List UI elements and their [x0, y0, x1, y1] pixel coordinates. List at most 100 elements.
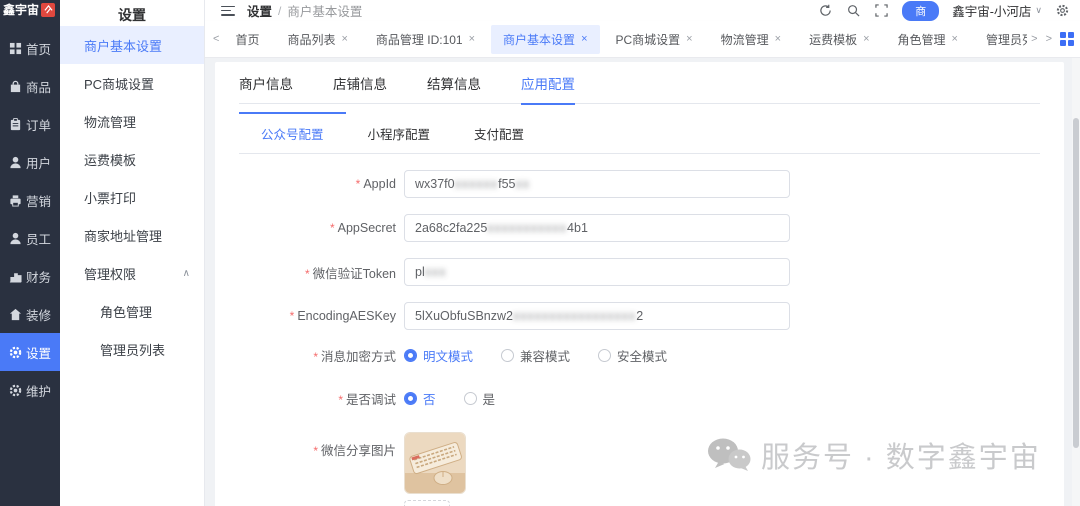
tab-label: 管理员列表 — [985, 32, 1027, 47]
tab-pc-mall-settings[interactable]: PC商城设置 × — [604, 25, 705, 54]
settings-gear-icon[interactable] — [1055, 3, 1070, 18]
tab-label: 首页 — [235, 32, 260, 47]
subtab-label: 支付配置 — [474, 128, 525, 142]
submenu-item-merchant-basic[interactable]: 商户基本设置 — [60, 26, 204, 64]
submenu-item-freight[interactable]: 运费模板 — [60, 140, 204, 178]
gear-icon — [9, 346, 22, 358]
radio-debug-no[interactable]: 否 — [404, 389, 436, 408]
sidebar-item-label: 财务 — [26, 270, 52, 285]
tabs-overflow-icon[interactable]: > — [1027, 33, 1041, 45]
submenu-item-label: 角色管理 — [100, 304, 153, 320]
tab-role-management[interactable]: 角色管理 × — [886, 25, 970, 54]
appsecret-label: * AppSecret — [329, 221, 396, 235]
radio-icon — [598, 349, 612, 362]
sidebar-item-decorate[interactable]: 装修 — [0, 295, 60, 333]
radio-icon — [404, 392, 417, 405]
tab-product-manage[interactable]: 商品管理 ID:101 × — [364, 25, 487, 54]
close-icon[interactable]: × — [581, 33, 587, 45]
page-tabs: 商户信息 店铺信息 结算信息 应用配置 — [239, 62, 1040, 105]
radio-label: 兼容模式 — [520, 350, 571, 364]
subtab-miniprogram-config[interactable]: 小程序配置 — [346, 112, 453, 153]
cog-icon — [9, 384, 22, 396]
tab-app-config[interactable]: 应用配置 — [521, 62, 575, 105]
appsecret-input[interactable]: 2a68c2fa225 xxxxxxxxxxx 4b1 — [404, 214, 790, 242]
wechat-token-input[interactable]: pl xxx — [404, 258, 790, 286]
sidebar-item-users[interactable]: 用户 — [0, 143, 60, 181]
settings-card: 商户信息 店铺信息 结算信息 应用配置 公众号配置 小程序配置 支付配置 * Ap… — [215, 62, 1064, 506]
close-icon[interactable]: × — [686, 33, 692, 45]
submenu-item-receipt-print[interactable]: 小票打印 — [60, 178, 204, 216]
sidebar-item-finance[interactable]: 财务 — [0, 257, 60, 295]
home-icon — [9, 308, 22, 320]
breadcrumb-separator: / — [278, 3, 282, 18]
tab-admin-list[interactable]: 管理员列表 — [974, 25, 1027, 54]
topbar: 设置 / 商户基本设置 商 鑫宇宙-小河店 ∨ — [205, 0, 1080, 21]
required-asterisk: * — [313, 350, 318, 364]
tabs-scroll-right-icon[interactable]: > — [1042, 33, 1056, 45]
submenu-item-label: 物流管理 — [84, 114, 137, 130]
upload-box-partial[interactable] — [404, 500, 450, 506]
fullscreen-icon[interactable] — [874, 3, 889, 18]
subtab-payment-config[interactable]: 支付配置 — [452, 112, 546, 153]
tab-merchant-info[interactable]: 商户信息 — [239, 62, 293, 104]
refresh-icon[interactable] — [818, 3, 833, 18]
sidebar-item-home[interactable]: 首页 — [0, 29, 60, 67]
user-icon — [10, 156, 21, 168]
submenu-group-admin-permission[interactable]: 管理权限 ∧ — [60, 254, 204, 292]
tab-shop-info[interactable]: 店铺信息 — [333, 62, 387, 104]
tab-product-list[interactable]: 商品列表 × — [275, 25, 359, 54]
tabs-scroll-left-icon[interactable]: < — [209, 33, 223, 45]
share-image-thumbnail[interactable] — [404, 432, 466, 494]
radio-debug-yes[interactable]: 是 — [463, 389, 495, 408]
required-asterisk: * — [329, 221, 335, 235]
sidebar-item-products[interactable]: 商品 — [0, 67, 60, 105]
sidebar-item-staff[interactable]: 员工 — [0, 219, 60, 257]
close-icon[interactable]: × — [863, 33, 869, 45]
chevron-up-icon[interactable]: ∧ — [183, 268, 190, 279]
appsecret-value: 4b1 — [567, 221, 588, 235]
appid-input[interactable]: wx37f0 xxxxxx f55 xx — [404, 170, 790, 198]
tab-merchant-basic-settings[interactable]: 商户基本设置 × — [491, 24, 600, 54]
submenu-item-merchant-address[interactable]: 商家地址管理 — [60, 216, 204, 254]
close-icon[interactable]: × — [341, 33, 347, 45]
tab-home[interactable]: 首页 — [223, 25, 271, 54]
tab-actions-grid-icon[interactable] — [1060, 32, 1074, 46]
collapse-menu-icon[interactable] — [221, 5, 235, 16]
subtab-official-account-config[interactable]: 公众号配置 — [239, 112, 346, 153]
submenu-item-logistics[interactable]: 物流管理 — [60, 102, 204, 140]
sidebar-item-marketing[interactable]: 营销 — [0, 181, 60, 219]
submenu-item-role-management[interactable]: 角色管理 — [60, 292, 204, 330]
sidebar-item-settings[interactable]: 设置 — [0, 333, 60, 371]
aeskey-value: 2 — [636, 309, 644, 323]
sidebar-item-maintenance[interactable]: 维护 — [0, 371, 60, 409]
submenu-title: 设置 — [118, 7, 146, 23]
tab-freight-template[interactable]: 运费模板 × — [797, 25, 881, 54]
message-encrypt-label: * 消息加密方式 — [313, 350, 396, 364]
appid-masked-segment: xx — [515, 177, 530, 191]
radio-plaintext-mode[interactable]: 明文模式 — [404, 346, 473, 365]
appid-masked-segment: xxxxxx — [454, 177, 499, 191]
submenu-item-admin-list[interactable]: 管理员列表 — [60, 330, 204, 368]
submenu-item-pc-mall[interactable]: PC商城设置 — [60, 64, 204, 102]
sidebar-item-orders[interactable]: 订单 — [0, 105, 60, 143]
tab-settlement-info[interactable]: 结算信息 — [427, 62, 481, 104]
search-icon[interactable] — [846, 3, 861, 18]
encoding-aeskey-input[interactable]: 5lXuObfuSBnzw2 xxxxxxxxxxxxxxxxx 2 — [404, 302, 790, 330]
close-icon[interactable]: × — [469, 33, 475, 45]
close-icon[interactable]: × — [775, 33, 781, 45]
scrollbar-thumb[interactable] — [1073, 118, 1079, 448]
breadcrumb-root[interactable]: 设置 — [247, 1, 272, 20]
logo-text: 鑫宇宙 — [3, 3, 40, 17]
merchant-badge[interactable]: 商 — [902, 0, 940, 21]
radio-icon — [404, 349, 417, 362]
logo[interactable]: 鑫宇宙 — [0, 0, 60, 19]
store-switcher[interactable]: 鑫宇宙-小河店 ∨ — [952, 1, 1042, 20]
tab-logistics[interactable]: 物流管理 × — [709, 25, 793, 54]
close-icon[interactable]: × — [952, 33, 958, 45]
debug-label: * 是否调试 — [338, 393, 396, 407]
scrollbar-track[interactable] — [1072, 58, 1080, 506]
subtab-label: 小程序配置 — [367, 128, 431, 142]
radio-secure-mode[interactable]: 安全模式 — [598, 346, 667, 365]
main-area: 设置 / 商户基本设置 商 鑫宇宙-小河店 ∨ < 首页 商品列表 × 商品管理… — [205, 0, 1080, 506]
radio-compatible-mode[interactable]: 兼容模式 — [501, 346, 570, 365]
